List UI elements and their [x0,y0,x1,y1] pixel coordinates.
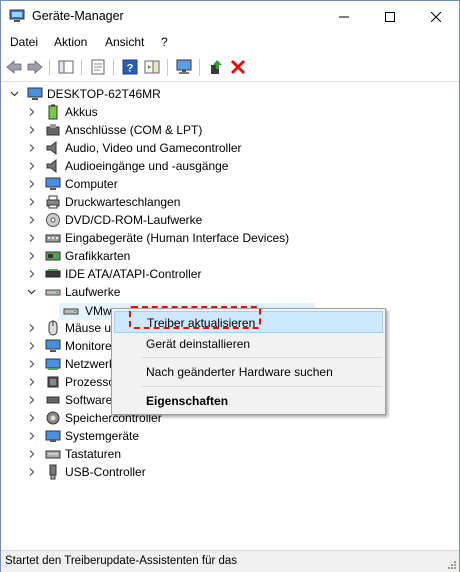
scan-hardware-icon[interactable] [175,58,193,76]
status-text: Startet den Treiberupdate-Assistenten fü… [5,555,238,567]
menu-separator [142,386,382,387]
action-pane-icon[interactable] [143,58,161,76]
back-arrow-icon[interactable] [5,58,23,76]
tree-item-label: Systemgeräte [65,429,140,443]
tree-item-label: Prozesso [65,375,111,389]
menu-item-label: Eigenschaften [146,394,229,408]
help-icon[interactable]: ? [121,58,139,76]
toolbar-separator [199,59,200,76]
processor-icon [47,376,59,388]
storage-controller-icon [46,411,60,425]
tree-item-monitors[interactable]: Monitore [1,337,111,355]
forward-arrow-icon[interactable] [26,58,44,76]
software-device-icon [46,396,60,404]
chevron-right-icon[interactable] [27,373,36,391]
tree-item-label: USB-Controller [65,465,146,479]
tree-item-label: Monitore [65,339,111,353]
tree-item-keyboards[interactable]: Tastaturen [1,445,301,463]
close-icon [431,11,441,22]
chevron-right-icon[interactable] [27,337,36,355]
tree-item-software[interactable]: Software [1,391,111,409]
update-driver-icon[interactable] [207,58,225,76]
menu-datei[interactable]: Datei [10,35,38,49]
close-button[interactable] [413,1,459,32]
tree-item-label: Tastaturen [65,447,122,461]
device-manager-window: Geräte-Manager Datei Aktion Ansicht ? ? … [0,0,460,572]
resize-grip-icon[interactable] [447,560,457,570]
network-adapter-icon [45,358,61,370]
window-title: Geräte-Manager [32,9,124,23]
menu-item-uninstall-device[interactable]: Gerät deinstallieren [114,333,383,355]
menu-item-properties[interactable]: Eigenschaften [114,390,383,412]
tree-item-label: Mäuse u [65,321,111,335]
menu-bar: Datei Aktion Ansicht ? [1,32,459,52]
device-manager-icon [9,9,25,22]
show-hide-console-tree-icon[interactable] [57,58,75,76]
system-device-icon [45,430,61,442]
toolbar-separator [81,59,82,76]
title-bar[interactable]: Geräte-Manager [1,1,459,32]
tree-item-mice[interactable]: Mäuse u [1,319,111,337]
chevron-right-icon[interactable] [27,319,36,337]
menu-item-label: Gerät deinstallieren [146,337,251,351]
highlight-annotation [129,306,261,329]
tree-item-label: Netzwerk [65,357,111,371]
menu-item-scan-hardware[interactable]: Nach geänderter Hardware suchen [114,361,383,383]
keyboard-icon [45,450,61,459]
menu-aktion[interactable]: Aktion [54,35,87,49]
mouse-icon [48,320,58,336]
maximize-icon [385,11,395,22]
properties-icon[interactable] [89,58,107,76]
status-bar: Startet den Treiberupdate-Assistenten fü… [1,550,459,572]
toolbar-separator [113,59,114,76]
chevron-right-icon[interactable] [27,409,36,427]
toolbar: ? [1,54,459,82]
tree-item-system-devices[interactable]: Systemgeräte [1,427,301,445]
chevron-right-icon[interactable] [27,463,36,481]
minimize-button[interactable] [321,1,367,32]
minimize-icon [339,16,349,17]
uninstall-device-icon[interactable] [229,58,247,76]
toolbar-separator [49,59,50,76]
tree-item-label: Software [65,393,111,407]
maximize-button[interactable] [367,1,413,32]
tree-item-usb[interactable]: USB-Controller [1,463,301,481]
svg-text:?: ? [127,63,134,75]
monitor-icon [45,339,61,352]
tree-item-processors[interactable]: Prozesso [1,373,111,391]
menu-separator [142,357,382,358]
toolbar-separator [167,59,168,76]
menu-help[interactable]: ? [161,35,168,49]
chevron-right-icon[interactable] [27,427,36,445]
tree-item-network[interactable]: Netzwerk [1,355,111,373]
chevron-right-icon[interactable] [27,445,36,463]
menu-ansicht[interactable]: Ansicht [105,35,144,49]
chevron-right-icon[interactable] [27,355,36,373]
chevron-right-icon[interactable] [27,391,36,409]
menu-item-label: Nach geänderter Hardware suchen [146,365,333,379]
usb-icon [49,464,57,480]
